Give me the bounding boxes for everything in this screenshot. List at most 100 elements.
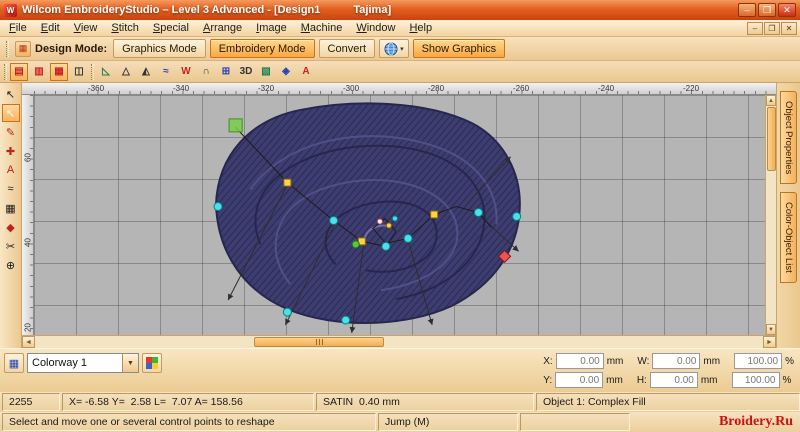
curve-point[interactable] bbox=[329, 215, 339, 225]
add-point-tool[interactable]: ✚ bbox=[2, 142, 20, 160]
toolbar-grip[interactable] bbox=[91, 63, 94, 80]
title-bar[interactable]: W Wilcom EmbroideryStudio – Level 3 Adva… bbox=[0, 0, 800, 20]
lettering-w-icon[interactable]: W bbox=[177, 63, 195, 81]
stitch-angle-point[interactable] bbox=[385, 222, 392, 229]
embroidery-mode-button[interactable]: Embroidery Mode bbox=[209, 39, 315, 58]
scroll-left-icon[interactable]: ◄ bbox=[22, 336, 35, 348]
scroll-up-icon[interactable]: ▲ bbox=[766, 95, 776, 106]
triangle-fill-icon[interactable]: ◭ bbox=[137, 63, 155, 81]
horizontal-scroll-thumb[interactable] bbox=[254, 337, 384, 347]
toolbar-grip[interactable] bbox=[4, 63, 7, 80]
stitch-motif-icon[interactable]: ◫ bbox=[70, 63, 88, 81]
design-canvas[interactable] bbox=[34, 95, 765, 335]
menu-file[interactable]: File bbox=[2, 21, 34, 36]
x-unit: mm bbox=[606, 355, 624, 367]
menu-edit[interactable]: Edit bbox=[34, 21, 67, 36]
stitch-tatami-icon[interactable]: ▦ bbox=[50, 62, 68, 81]
canvas-zone: -360 -340 -320 -300 -280 -260 -240 -220 … bbox=[22, 83, 776, 348]
toolbar-grip[interactable] bbox=[6, 40, 9, 57]
prompt-hint: Select and move one or several control p… bbox=[2, 413, 376, 431]
curve-point[interactable] bbox=[381, 241, 391, 251]
stitch-angle-point[interactable] bbox=[376, 218, 383, 225]
corner-point[interactable] bbox=[430, 210, 439, 219]
h-input[interactable] bbox=[649, 372, 698, 388]
embroidery-design[interactable] bbox=[34, 95, 765, 335]
curve-point[interactable] bbox=[473, 208, 483, 217]
reshape-tool[interactable]: ↖ bbox=[1, 104, 20, 122]
graphics-mode-button[interactable]: Graphics Mode bbox=[113, 39, 206, 58]
menu-stitch[interactable]: Stitch bbox=[104, 21, 146, 36]
window-title-machine: Tajima] bbox=[353, 4, 392, 16]
mdi-restore-button[interactable]: ❐ bbox=[764, 21, 780, 35]
x-input[interactable] bbox=[555, 353, 604, 369]
mdi-close-button[interactable]: ✕ bbox=[781, 21, 797, 35]
pen-tool[interactable]: ✎ bbox=[2, 123, 20, 141]
horizontal-ruler: -360 -340 -320 -300 -280 -260 -240 -220 bbox=[22, 83, 776, 95]
vertical-scrollbar[interactable]: ▲ ▼ bbox=[765, 95, 776, 335]
menu-help[interactable]: Help bbox=[402, 21, 439, 36]
scale-y-input[interactable] bbox=[731, 372, 780, 388]
y-label: Y: bbox=[543, 374, 553, 386]
maximize-button[interactable]: ❐ bbox=[758, 3, 776, 17]
curve-point[interactable] bbox=[341, 315, 351, 325]
colorway-select[interactable]: Colorway 1 ▼ bbox=[27, 353, 139, 373]
ruler-tick: -340 bbox=[173, 84, 190, 93]
curve-point[interactable] bbox=[403, 233, 413, 243]
wave-effect-icon[interactable]: ≈ bbox=[157, 63, 175, 81]
curve-point[interactable] bbox=[512, 212, 522, 221]
triangle-outline-icon[interactable]: △ bbox=[117, 63, 135, 81]
y-input[interactable] bbox=[555, 372, 604, 388]
mdi-minimize-button[interactable]: – bbox=[747, 21, 763, 35]
ruler-tick: -260 bbox=[513, 84, 530, 93]
curve-point[interactable] bbox=[282, 307, 292, 317]
monogram-icon[interactable]: A bbox=[297, 63, 315, 81]
hoop-globe-button[interactable]: ▾ bbox=[379, 39, 409, 58]
pattern-fill-icon[interactable]: ▧ bbox=[257, 63, 275, 81]
close-button[interactable]: ✕ bbox=[778, 3, 796, 17]
curve-tool-icon[interactable]: ∩ bbox=[197, 63, 215, 81]
diamond-shape-icon[interactable]: ◈ bbox=[277, 63, 295, 81]
scroll-right-icon[interactable]: ► bbox=[763, 336, 776, 348]
3d-view-icon[interactable]: 3D bbox=[237, 63, 255, 81]
w-input[interactable] bbox=[652, 353, 701, 369]
run-stitch-tool[interactable]: ≈ bbox=[2, 180, 20, 198]
x-label: X: bbox=[543, 355, 553, 367]
convert-button[interactable]: Convert bbox=[318, 39, 376, 58]
chevron-down-icon: ▾ bbox=[400, 45, 404, 53]
start-handle[interactable] bbox=[228, 118, 243, 133]
tab-color-object-list[interactable]: Color-Object List bbox=[780, 192, 797, 284]
grid-view-icon[interactable]: ⊞ bbox=[217, 63, 235, 81]
horizontal-scrollbar[interactable]: ◄ ► bbox=[22, 335, 776, 348]
corner-point[interactable] bbox=[283, 178, 292, 187]
tab-object-properties[interactable]: Object Properties bbox=[780, 91, 797, 185]
scissors-tool[interactable]: ✂ bbox=[2, 237, 20, 255]
window-title: Wilcom EmbroideryStudio – Level 3 Advanc… bbox=[22, 4, 321, 16]
thread-colors-button[interactable] bbox=[142, 353, 162, 373]
menu-special[interactable]: Special bbox=[146, 21, 196, 36]
pointer-position: X= -6.58 Y= 2.58 L= 7.07 A= 158.56 bbox=[62, 393, 314, 411]
entry-point[interactable] bbox=[351, 240, 360, 249]
w-label: W: bbox=[637, 355, 650, 367]
curve-point[interactable] bbox=[213, 202, 223, 212]
menu-window[interactable]: Window bbox=[349, 21, 402, 36]
menu-view[interactable]: View bbox=[67, 21, 105, 36]
stitch-satin-icon[interactable]: ▥ bbox=[30, 63, 48, 81]
menu-machine[interactable]: Machine bbox=[294, 21, 350, 36]
scroll-down-icon[interactable]: ▼ bbox=[766, 324, 776, 335]
menu-arrange[interactable]: Arrange bbox=[196, 21, 249, 36]
contour-tool-icon[interactable]: ◺ bbox=[97, 63, 115, 81]
stitch-angle-point[interactable] bbox=[391, 215, 398, 222]
show-graphics-button[interactable]: Show Graphics bbox=[412, 39, 506, 58]
lettering-tool[interactable]: A bbox=[2, 161, 20, 179]
chevron-down-icon[interactable]: ▼ bbox=[122, 354, 138, 372]
select-tool[interactable]: ↖ bbox=[2, 85, 20, 103]
minimize-button[interactable]: – bbox=[738, 3, 756, 17]
menu-image[interactable]: Image bbox=[249, 21, 294, 36]
shape-tool[interactable]: ◆ bbox=[2, 218, 20, 236]
fill-tool[interactable]: ▦ bbox=[2, 199, 20, 217]
colorway-editor-icon[interactable]: ▦ bbox=[4, 353, 24, 373]
scale-x-input[interactable] bbox=[734, 353, 783, 369]
stitch-run-icon[interactable]: ▤ bbox=[10, 62, 28, 81]
zoom-tool[interactable]: ⊕ bbox=[2, 256, 20, 274]
vertical-scroll-thumb[interactable] bbox=[766, 107, 776, 171]
